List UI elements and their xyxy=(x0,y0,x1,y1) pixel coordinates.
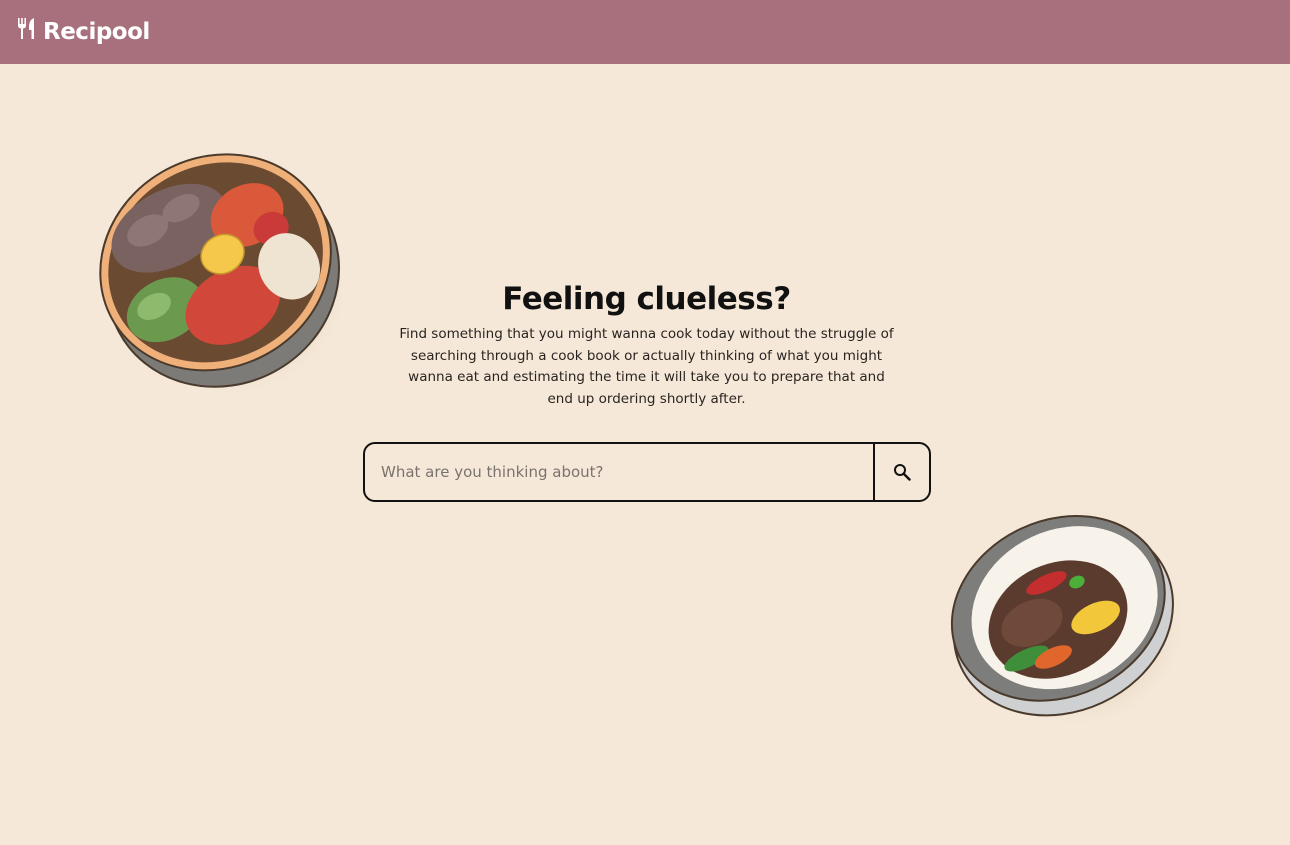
hero-title: Feeling clueless? xyxy=(502,281,791,317)
navbar: Recipool xyxy=(0,0,1290,64)
fork-knife-icon xyxy=(18,18,34,39)
hero-description: Find something that you might wanna cook… xyxy=(399,326,894,407)
hero-section: Feeling clueless? Find something that yo… xyxy=(380,278,913,410)
search-icon xyxy=(894,464,911,481)
bibimbap-bowl-illustration xyxy=(99,153,342,395)
bulgogi-bowl-illustration xyxy=(950,515,1185,730)
brand-logo[interactable]: Recipool xyxy=(17,18,150,45)
search-input[interactable] xyxy=(365,444,873,500)
search-button[interactable] xyxy=(873,444,929,500)
brand-name: Recipool xyxy=(43,19,150,45)
search-bar xyxy=(363,442,931,502)
